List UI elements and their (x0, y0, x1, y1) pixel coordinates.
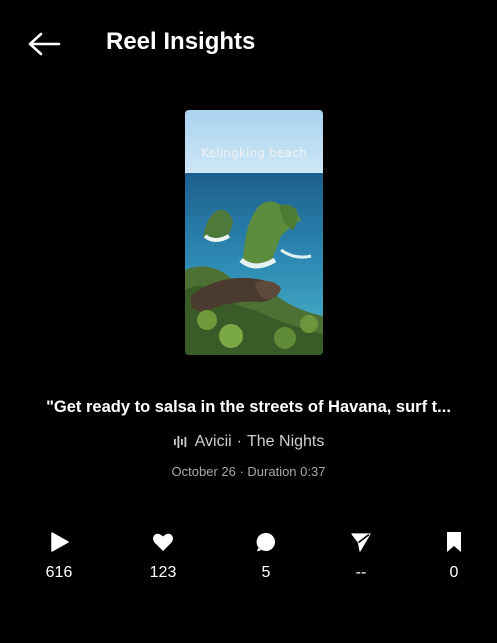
share-icon (331, 530, 391, 554)
plays-count: 616 (45, 564, 73, 581)
stats-row: 616 123 5 -- 0 (0, 530, 497, 590)
likes-count: 123 (149, 564, 177, 581)
stat-shares: -- (331, 530, 391, 582)
shares-count: -- (355, 564, 367, 581)
reel-caption: "Get ready to salsa in the streets of Ha… (46, 398, 451, 416)
stat-plays: 616 (29, 530, 89, 582)
stat-comments: 5 (236, 530, 296, 582)
back-button[interactable] (24, 26, 64, 62)
thumbnail-caption: Kelingking beach (201, 146, 307, 160)
play-icon (29, 530, 89, 554)
comment-icon (236, 530, 296, 554)
page-title: Reel Insights (106, 28, 256, 55)
audio-track[interactable]: Avicii · The Nights (0, 433, 497, 451)
comments-count: 5 (261, 564, 271, 581)
audio-track-name: The Nights (247, 433, 325, 450)
reel-thumbnail[interactable]: Kelingking beach (185, 110, 323, 355)
reel-insights-screen: Reel Insights Kelingking beach "Get read… (0, 0, 497, 643)
reel-date-duration: October 26 · Duration 0:37 (171, 464, 326, 479)
arrow-left-icon (28, 32, 61, 56)
stat-likes: 123 (133, 530, 193, 582)
audio-wave-icon (173, 435, 187, 449)
saves-count: 0 (449, 564, 459, 581)
audio-separator: · (236, 433, 242, 450)
audio-artist: Avicii (194, 433, 232, 450)
top-bar: Reel Insights (0, 0, 497, 84)
heart-icon (133, 530, 193, 554)
stat-saves: 0 (424, 530, 484, 582)
bookmark-icon (424, 530, 484, 554)
